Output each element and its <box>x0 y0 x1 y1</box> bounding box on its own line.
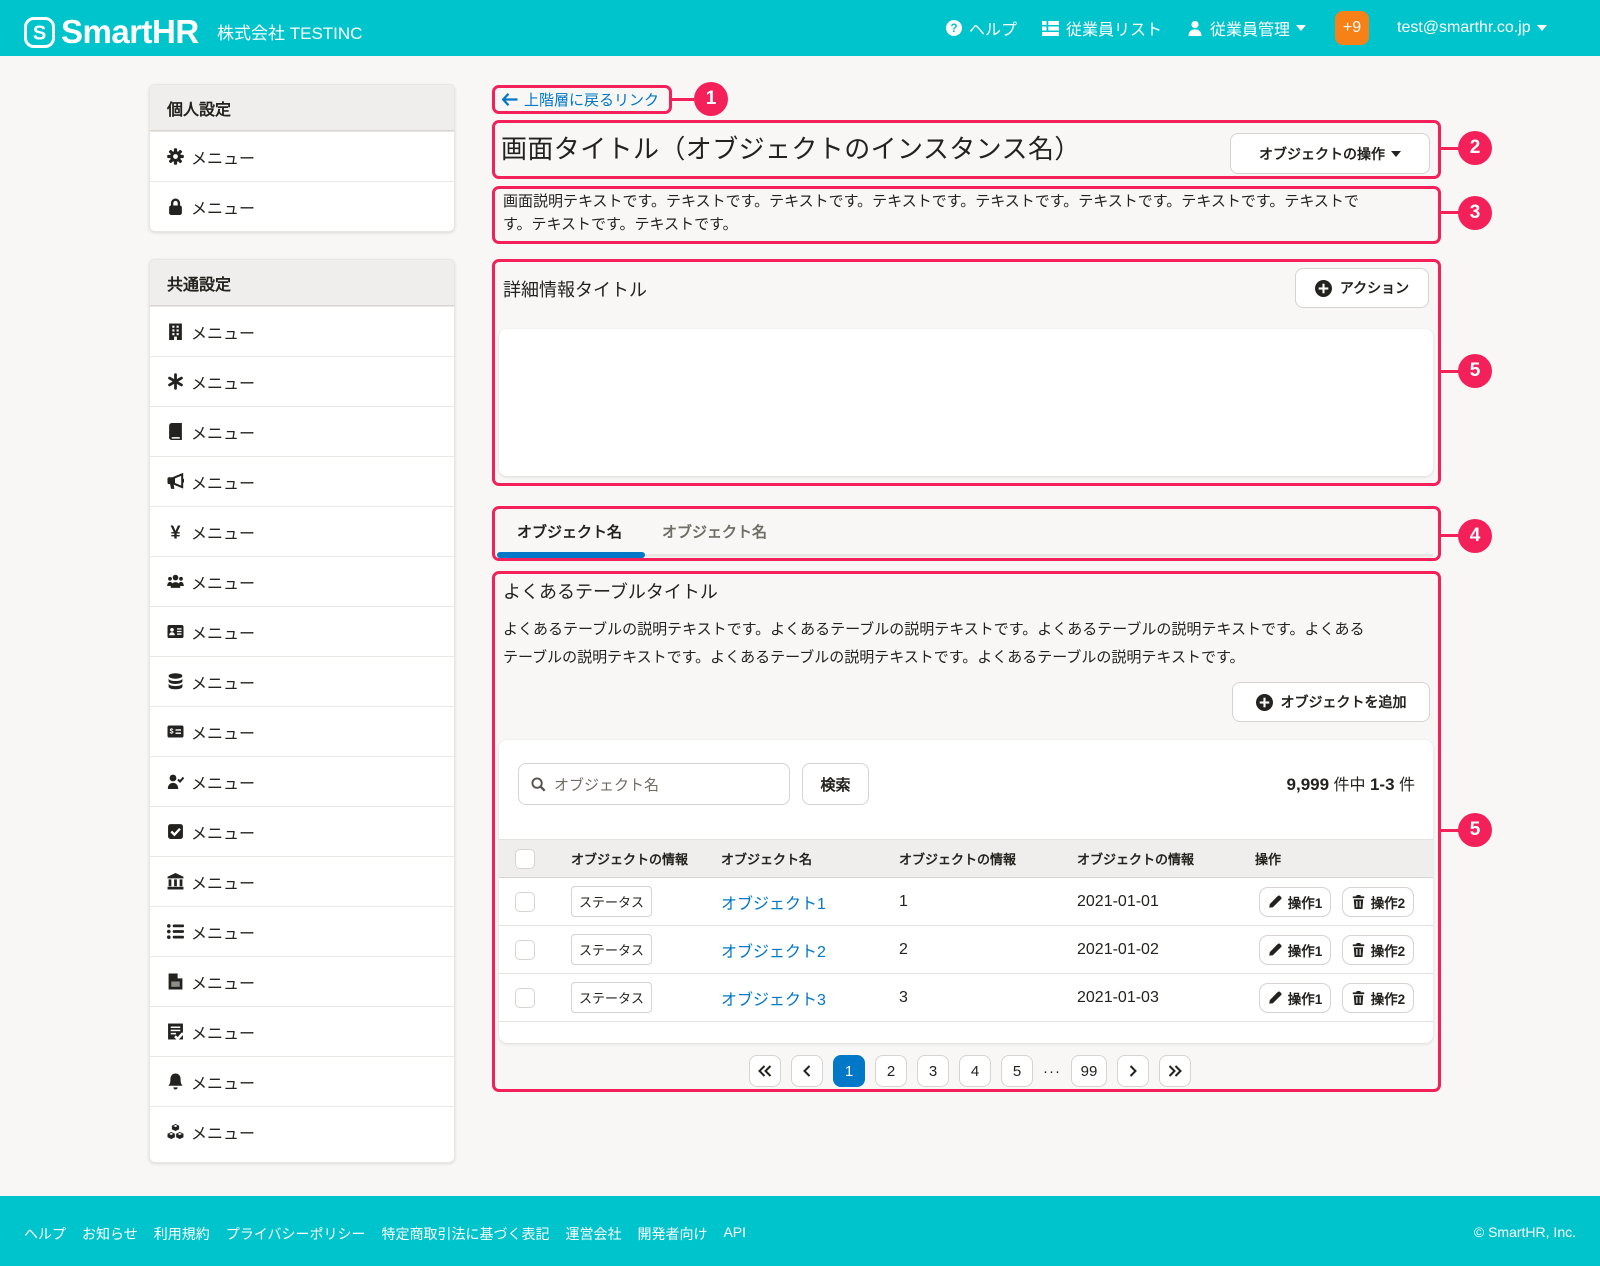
svg-text:$: $ <box>170 729 174 736</box>
svg-text:S: S <box>33 22 46 44</box>
svg-text:¥: ¥ <box>170 523 180 540</box>
svg-text:?: ? <box>950 23 957 35</box>
